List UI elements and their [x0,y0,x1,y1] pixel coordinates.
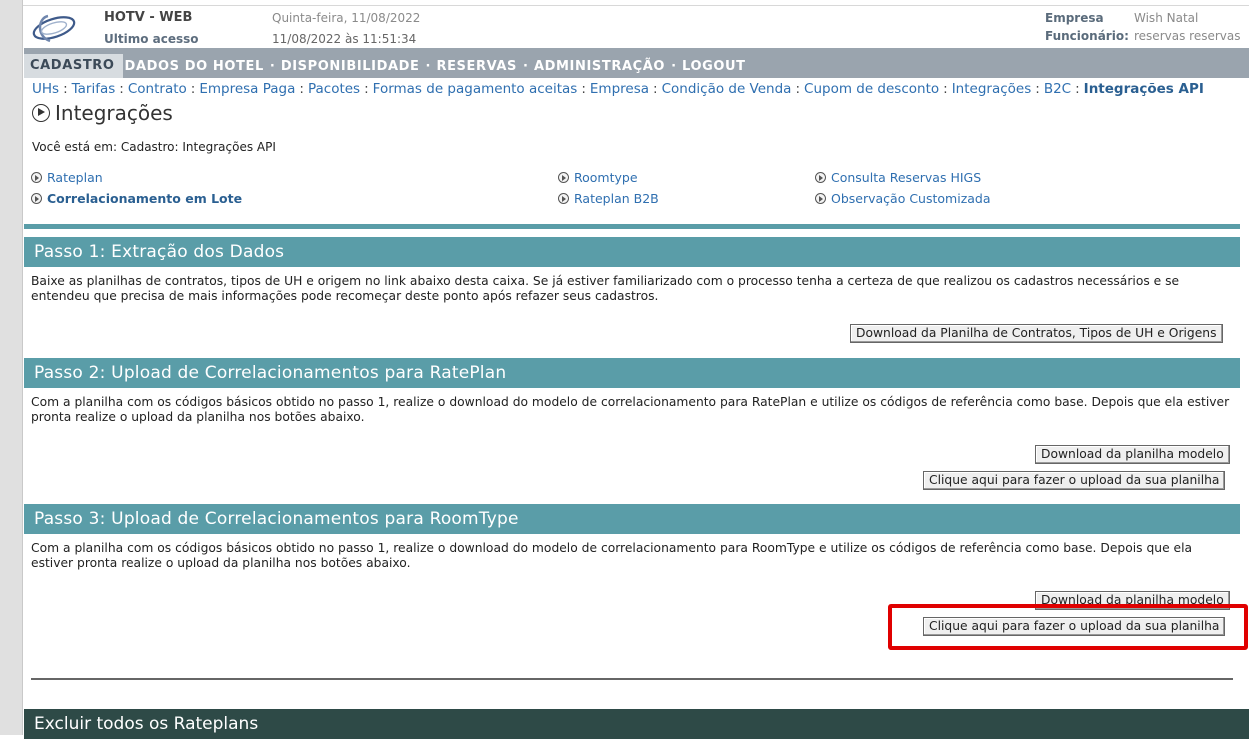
play-circle-icon [31,193,42,204]
link-observacao-label: Observação Customizada [831,191,991,206]
section-divider [24,224,1240,229]
nav-administracao[interactable]: ADMINISTRAÇÃO [534,59,665,78]
subnav-separator: : [1035,81,1040,97]
subnav-separator: : [364,81,369,97]
step1-header: Passo 1: Extração dos Dados [24,237,1240,267]
link-observacao-customizada[interactable]: Observação Customizada [815,191,991,206]
nav-disponibilidade[interactable]: DISPONIBILIDADE [281,59,420,78]
play-circle-icon [815,193,826,204]
subnav-uhs[interactable]: UHs [32,81,59,97]
step2-description: Com a planilha com os códigos básicos ob… [31,395,1230,424]
subnav-contrato[interactable]: Contrato [128,81,187,97]
funcionario-value: reservas reservas [1134,29,1241,43]
nav-dados-do-hotel[interactable]: DADOS DO HOTEL [125,59,264,78]
step3-header: Passo 3: Upload de Correlacionamentos pa… [24,504,1240,534]
subnav-cupom-desconto[interactable]: Cupom de desconto [804,81,939,97]
play-circle-icon [32,104,50,122]
subnav-separator: : [653,81,658,97]
play-circle-icon [558,172,569,183]
link-roomtype[interactable]: Roomtype [558,170,638,185]
main-navigation: CADASTRO DADOS DO HOTEL · DISPONIBILIDAD… [24,48,1249,78]
left-sidebar-strip [0,0,23,735]
nav-logout[interactable]: LOGOUT [682,59,746,78]
link-correlacionamento-lote[interactable]: Correlacionamento em Lote [31,191,242,206]
subnav-b2c[interactable]: B2C [1044,81,1071,97]
link-consulta-reservas-higs[interactable]: Consulta Reservas HIGS [815,170,981,185]
step3-upload-button[interactable]: Clique aqui para fazer o upload da sua p… [923,617,1226,636]
nav-cadastro[interactable]: CADASTRO [24,54,123,78]
link-rateplan[interactable]: Rateplan [31,170,103,185]
nav-separator: · [523,59,528,74]
play-circle-icon [31,172,42,183]
subnav-condicao-venda[interactable]: Condição de Venda [662,81,792,97]
nav-separator: · [425,59,431,74]
subnav-separator: : [63,81,68,97]
app-header: HOTV - WEB Ultimo acesso Quinta-feira, 1… [24,6,1249,48]
nav-separator: · [269,59,275,74]
subnav-separator: : [1075,81,1080,97]
last-access-label: Ultimo acesso [104,32,199,46]
page-title: Integrações [32,101,173,125]
link-rateplan-b2b-label: Rateplan B2B [574,191,659,206]
subnav-separator: : [299,81,304,97]
empresa-label: Empresa [1045,11,1104,25]
subnav-separator: : [795,81,801,97]
step1-description: Baixe as planilhas de contratos, tipos d… [31,274,1180,303]
subnav-integracoes-api[interactable]: Integrações API [1084,81,1204,97]
app-name: HOTV - WEB [104,10,193,25]
page-title-text: Integrações [55,101,173,125]
empresa-value: Wish Natal [1134,11,1199,25]
link-roomtype-label: Roomtype [574,170,638,185]
play-circle-icon [815,172,826,183]
breadcrumb: Você está em: Cadastro: Integrações API [32,140,276,154]
last-access-datetime: 11/08/2022 às 11:51:34 [272,32,417,46]
subnav-pacotes[interactable]: Pacotes [308,81,360,97]
step2-download-model-button[interactable]: Download da planilha modelo [1035,445,1230,464]
link-rateplan-label: Rateplan [47,170,103,185]
current-date: Quinta-feira, 11/08/2022 [272,11,421,25]
step3-description: Com a planilha com os códigos básicos ob… [31,541,1193,570]
subnav-empresa[interactable]: Empresa [590,81,649,97]
play-circle-icon [558,193,569,204]
step3-download-model-button[interactable]: Download da planilha modelo [1035,591,1230,610]
hotv-logo-icon [32,14,76,43]
download-contracts-button[interactable]: Download da Planilha de Contratos, Tipos… [850,324,1223,343]
link-correlacionamento-lote-label: Correlacionamento em Lote [47,191,243,206]
step2-header: Passo 2: Upload de Correlacionamentos pa… [24,358,1240,388]
step2-upload-button[interactable]: Clique aqui para fazer o upload da sua p… [923,471,1226,490]
nav-separator: · [671,59,677,74]
subnav-formas-pagamento[interactable]: Formas de pagamento aceitas [373,81,578,97]
subnav-separator: : [943,81,948,97]
subnav-tarifas[interactable]: Tarifas [72,81,116,97]
subnav-separator: : [190,81,196,97]
subnav-separator: : [581,81,586,97]
subnav-empresa-paga[interactable]: Empresa Paga [199,81,295,97]
nav-reservas[interactable]: RESERVAS [436,59,517,78]
link-consulta-reservas-label: Consulta Reservas HIGS [831,170,982,185]
funcionario-label: Funcionário: [1045,29,1129,43]
subnav-separator: : [119,81,124,97]
horizontal-rule [31,678,1233,680]
link-rateplan-b2b[interactable]: Rateplan B2B [558,191,659,206]
sub-navigation: UHs: Tarifas: Contrato: Empresa Paga: Pacote… [32,81,1249,97]
subnav-integracoes[interactable]: Integrações [952,81,1032,97]
